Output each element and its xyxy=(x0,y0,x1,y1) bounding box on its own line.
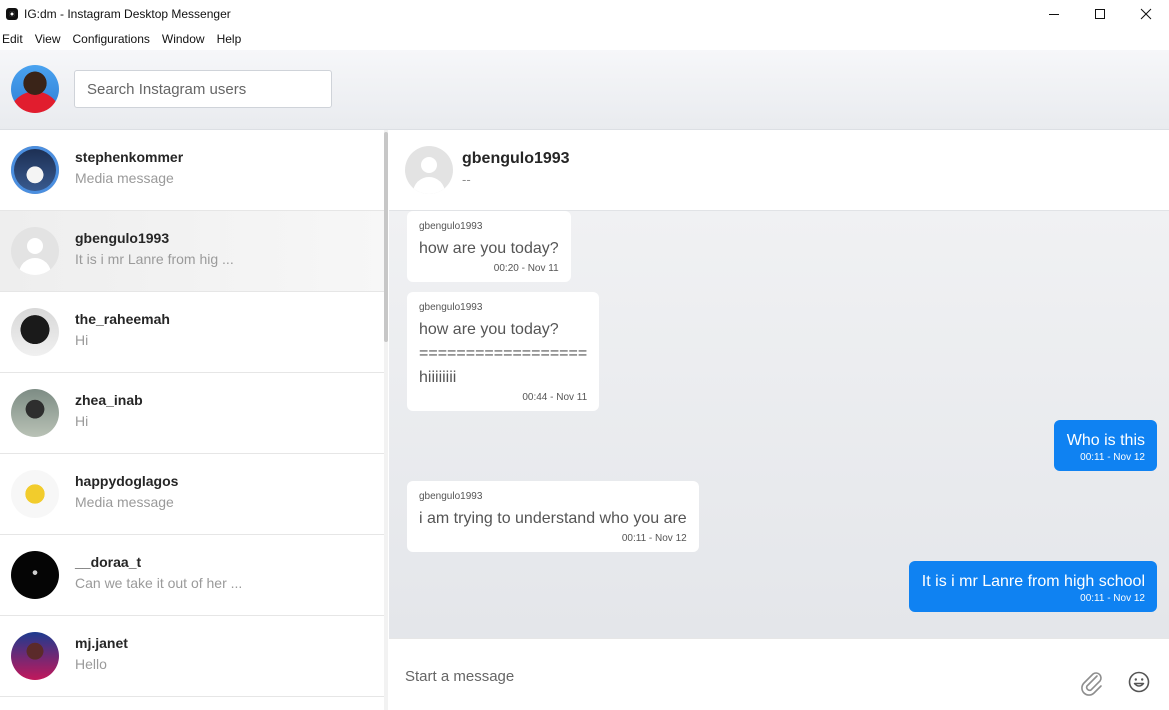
message-incoming: gbengulo1993 how are you today? 00:20 - … xyxy=(407,211,571,282)
avatar xyxy=(11,389,59,437)
menu-window[interactable]: Window xyxy=(162,32,211,46)
conversation-preview: Can we take it out of her ... xyxy=(75,575,243,591)
menu-configurations[interactable]: Configurations xyxy=(72,32,155,46)
minimize-button[interactable] xyxy=(1031,0,1077,28)
message-time: 00:11 - Nov 12 xyxy=(1080,452,1145,463)
avatar xyxy=(11,551,59,599)
paperclip-icon[interactable] xyxy=(1077,668,1105,696)
message-composer xyxy=(389,638,1169,710)
message-time: 00:44 - Nov 11 xyxy=(522,392,588,403)
maximize-icon xyxy=(1095,9,1105,19)
chat-username: gbengulo1993 xyxy=(462,150,570,167)
chat-status: -- xyxy=(462,172,471,187)
top-bar xyxy=(0,50,1169,130)
conversation-username: happydoglagos xyxy=(75,473,179,489)
message-time: 00:11 - Nov 12 xyxy=(621,533,687,544)
message-time: 00:20 - Nov 11 xyxy=(493,263,559,274)
conversation-preview: Hello xyxy=(75,656,107,672)
conversation-preview: Hi xyxy=(75,332,89,348)
sidebar-scrollbar[interactable] xyxy=(384,130,388,710)
message-sender: gbengulo1993 xyxy=(419,491,483,502)
avatar xyxy=(11,308,59,356)
conversation-preview: Media message xyxy=(75,494,174,510)
conversation-item[interactable]: mj.janet Hello xyxy=(0,616,384,697)
avatar xyxy=(11,146,59,194)
message-text: how are you today? ================== hi… xyxy=(419,321,588,386)
avatar xyxy=(11,632,59,680)
chat-avatar[interactable] xyxy=(405,146,453,194)
current-user-avatar[interactable] xyxy=(11,65,59,113)
message-sender: gbengulo1993 xyxy=(419,302,483,313)
conversation-username: stephenkommer xyxy=(75,149,184,165)
menu-view[interactable]: View xyxy=(35,32,67,46)
conversation-preview: It is i mr Lanre from hig ... xyxy=(75,251,234,267)
message-input[interactable] xyxy=(405,661,1045,691)
message-time: 00:11 - Nov 12 xyxy=(1080,593,1145,604)
conversation-item[interactable]: __doraa_t Can we take it out of her ... xyxy=(0,535,384,616)
conversation-username: mj.janet xyxy=(75,635,128,651)
conversation-item[interactable]: stephenkommer Media message xyxy=(0,130,384,211)
chat-header: gbengulo1993 -- xyxy=(389,130,1169,211)
close-icon xyxy=(1140,8,1152,20)
title-bar: IG:dm - Instagram Desktop Messenger xyxy=(0,0,1169,28)
conversation-username: gbengulo1993 xyxy=(75,230,170,246)
menu-bar: Edit View Configurations Window Help xyxy=(0,28,1169,50)
conversation-item[interactable]: zhea_inab Hi xyxy=(0,373,384,454)
message-incoming: gbengulo1993 how are you today? ========… xyxy=(407,292,600,411)
conversation-username: the_raheemah xyxy=(75,311,170,327)
conversation-item[interactable]: the_raheemah Hi xyxy=(0,292,384,373)
message-sender: gbengulo1993 xyxy=(419,221,483,232)
conversation-preview: Media message xyxy=(75,170,174,186)
app-logo-icon xyxy=(6,8,18,20)
window-controls xyxy=(1031,0,1169,28)
message-text: i am trying to understand who you are xyxy=(419,510,687,527)
search-input[interactable] xyxy=(74,70,332,108)
minimize-icon xyxy=(1049,14,1059,15)
conversation-list: stephenkommer Media message gbengulo1993… xyxy=(0,130,384,710)
conversation-preview: Hi xyxy=(75,413,89,429)
conversation-username: __doraa_t xyxy=(75,554,142,570)
message-outgoing: Who is this 00:11 - Nov 12 xyxy=(1053,420,1157,471)
message-thread: gbengulo1993 how are you today? 00:20 - … xyxy=(389,211,1169,638)
conversation-item[interactable]: happydoglagos Media message xyxy=(0,454,384,535)
message-text: how are you today? xyxy=(419,240,559,257)
smiley-icon[interactable] xyxy=(1127,670,1151,694)
conversation-username: zhea_inab xyxy=(75,392,143,408)
message-outgoing: It is i mr Lanre from high school 00:11 … xyxy=(908,561,1157,612)
scrollbar-thumb[interactable] xyxy=(384,132,388,342)
message-text: It is i mr Lanre from high school xyxy=(921,573,1145,590)
avatar xyxy=(11,470,59,518)
close-button[interactable] xyxy=(1123,0,1169,28)
menu-edit[interactable]: Edit xyxy=(2,32,29,46)
conversation-item-active[interactable]: gbengulo1993 It is i mr Lanre from hig .… xyxy=(0,211,384,292)
maximize-button[interactable] xyxy=(1077,0,1123,28)
menu-help[interactable]: Help xyxy=(217,32,248,46)
message-text: Who is this xyxy=(1066,432,1145,449)
message-incoming: gbengulo1993 i am trying to understand w… xyxy=(407,481,699,552)
avatar xyxy=(11,227,59,275)
window-title: IG:dm - Instagram Desktop Messenger xyxy=(24,7,231,21)
